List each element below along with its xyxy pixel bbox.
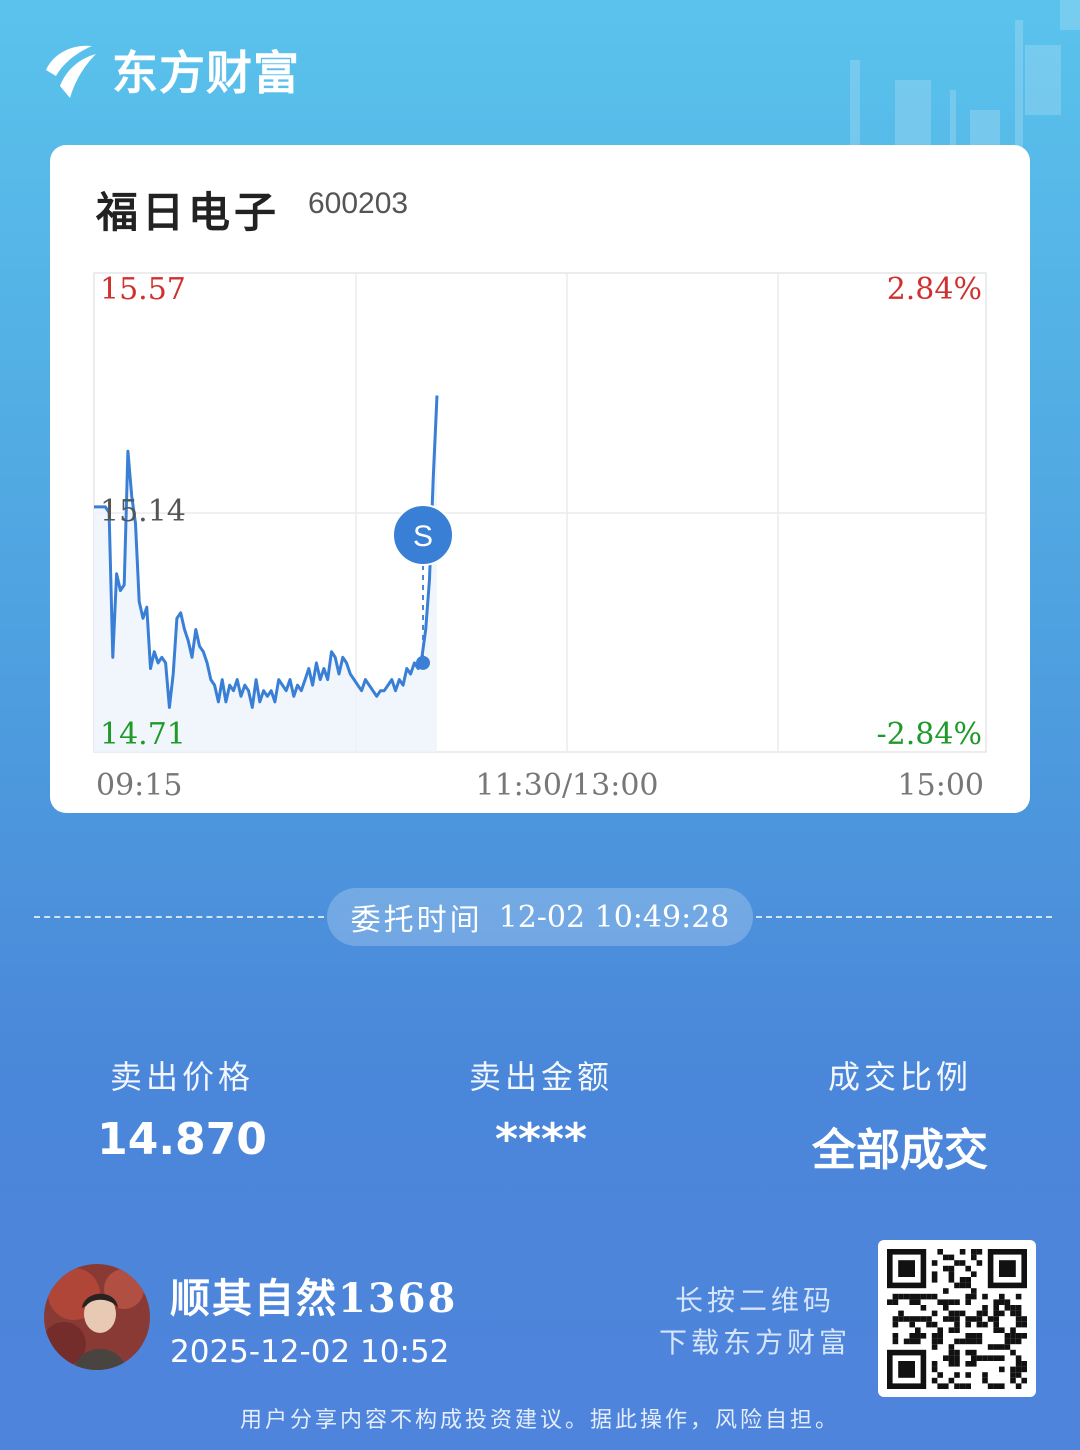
sell-marker-badge: S [392, 504, 454, 566]
dash-right [756, 916, 1052, 918]
avatar-image [44, 1264, 150, 1370]
sell-price-label: 卖出价格 [109, 1058, 254, 1096]
user-avatar[interactable] [44, 1264, 150, 1370]
intraday-chart: S 15.57 15.14 14.71 2.84% -2.84% 09:15 1… [93, 272, 987, 803]
qr-hint-line1: 长按二维码 [674, 1284, 835, 1317]
fill-ratio-value: 全部成交 [812, 1125, 988, 1176]
stat-sell-amount: 卖出金额 **** [391, 1052, 691, 1165]
qr-hint-line2: 下载东方财富 [658, 1326, 851, 1359]
sell-marker-dot [416, 655, 430, 670]
pct-top-label: 2.84% [887, 272, 982, 307]
stat-fill-ratio: 成交比例 全部成交 [750, 1052, 1050, 1178]
order-time-pill: 委托时间 12-02 10:49:28 [327, 888, 753, 946]
price-bottom-label: 14.71 [100, 717, 186, 752]
order-time-row: 委托时间 12-02 10:49:28 [0, 888, 1080, 946]
eastmoney-logo-icon [46, 45, 96, 98]
qr-code-icon[interactable] [878, 1240, 1036, 1397]
pct-bottom-label: -2.84% [877, 717, 982, 752]
x-end-label: 15:00 [898, 768, 984, 803]
price-top-label: 15.57 [100, 272, 186, 307]
stat-sell-price: 卖出价格 14.870 [32, 1052, 332, 1165]
dash-left [34, 916, 324, 918]
price-mid-label: 15.14 [100, 494, 186, 529]
sell-price-value: 14.870 [97, 1114, 267, 1165]
sell-marker-label: S [413, 520, 433, 553]
user-name: 顺其自然1368 [170, 1275, 458, 1322]
order-time-label: 委托时间 [350, 903, 483, 938]
x-mid-label: 11:30/13:00 [475, 768, 658, 803]
price-area [94, 395, 437, 752]
order-time-value: 12-02 10:49:28 [498, 899, 730, 935]
brand-logo: 东方财富 [40, 38, 300, 102]
brand-name: 东方财富 [112, 46, 300, 100]
disclaimer: 用户分享内容不构成投资建议。据此操作，风险自担。 [239, 1408, 840, 1433]
qr-hint: 长按二维码 下载东方财富 [650, 1280, 860, 1364]
sell-amount-value: **** [494, 1114, 588, 1165]
qr-code-pattern [887, 1249, 1027, 1389]
sell-amount-label: 卖出金额 [468, 1058, 613, 1096]
x-start-label: 09:15 [96, 768, 182, 803]
share-time: 2025-12-02 10:52 [170, 1334, 450, 1370]
fill-ratio-label: 成交比例 [827, 1058, 972, 1096]
stock-chart-card[interactable]: 福日电子 600203 S 15.57 15.14 14.71 2.84% -2… [50, 145, 1030, 813]
